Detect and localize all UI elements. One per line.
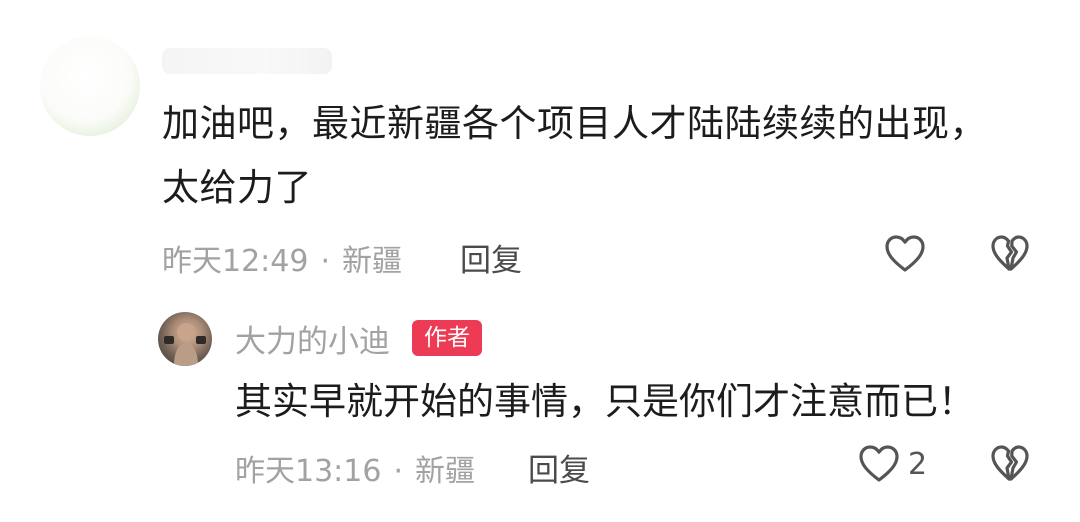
username[interactable]: 大力的小迪 <box>235 316 390 361</box>
like-button[interactable]: 2 <box>858 444 927 484</box>
dislike-button[interactable] <box>990 444 1030 484</box>
comment-meta: 昨天12:49 · 新疆 <box>162 236 402 280</box>
avatar[interactable] <box>40 36 140 136</box>
comment-text-line: 加油吧，最近新疆各个项目人才陆陆续续的出现， <box>162 102 987 145</box>
reply-button[interactable]: 回复 <box>460 235 522 280</box>
timestamp: 昨天12:49 <box>162 244 309 279</box>
comment-text: 加油吧，最近新疆各个项目人才陆陆续续的出现， 太给力了 <box>162 92 1022 220</box>
timestamp: 昨天13:16 <box>235 454 382 489</box>
location: 新疆 <box>342 244 403 279</box>
like-count: 2 <box>908 446 928 482</box>
reply-button[interactable]: 回复 <box>528 445 590 490</box>
comment-meta: 昨天13:16 · 新疆 <box>235 446 475 490</box>
dislike-button[interactable] <box>990 234 1030 274</box>
avatar-image <box>164 323 206 366</box>
broken-heart-icon <box>991 235 1029 271</box>
avatar[interactable] <box>158 312 212 366</box>
author-badge: 作者 <box>412 320 482 356</box>
broken-heart-icon <box>991 445 1029 481</box>
separator: · <box>320 244 331 279</box>
heart-outline-icon <box>859 445 899 482</box>
comment-text-line: 太给力了 <box>162 166 312 209</box>
heart-outline-icon <box>885 235 925 272</box>
like-button[interactable] <box>884 234 926 274</box>
username-blurred[interactable] <box>162 48 332 74</box>
comment-text: 其实早就开始的事情，只是你们才注意而已！ <box>235 380 975 423</box>
location: 新疆 <box>415 454 476 489</box>
separator: · <box>393 454 404 489</box>
